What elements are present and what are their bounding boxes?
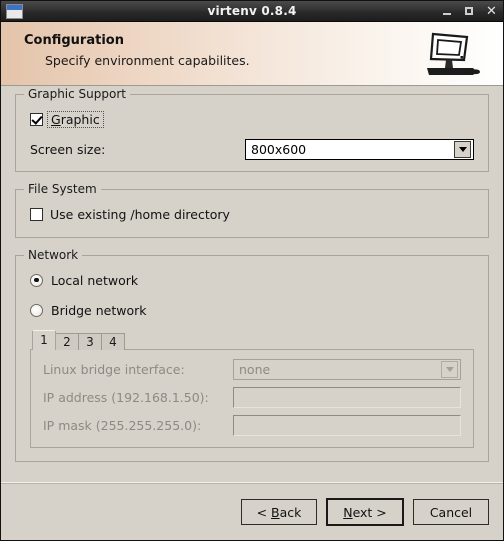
- home-dir-checkbox-row[interactable]: Use existing /home directory: [30, 203, 474, 225]
- network-legend: Network: [28, 248, 79, 262]
- graphic-checkbox-label: Graphic: [47, 110, 104, 128]
- tabstrip: 1 2 3 4: [30, 330, 474, 350]
- local-network-row[interactable]: Local network: [30, 269, 474, 291]
- use-existing-home-label: Use existing /home directory: [50, 206, 230, 222]
- window-title: virtenv 0.8.4: [207, 4, 297, 18]
- graphic-support-group: Graphic Support Graphic Screen size: 800…: [15, 87, 489, 172]
- tab-4[interactable]: 4: [101, 333, 125, 350]
- tab-2[interactable]: 2: [55, 333, 79, 350]
- titlebar: virtenv 0.8.4 ✕: [1, 1, 503, 22]
- tab-panel-1: Linux bridge interface: none IP address …: [30, 349, 474, 448]
- ip-address-input: [233, 387, 461, 408]
- window-icon: [6, 3, 23, 19]
- file-system-group: File System Use existing /home directory: [15, 182, 489, 238]
- ip-mask-input: [233, 415, 461, 436]
- screen-size-label: Screen size:: [30, 141, 106, 157]
- wizard-content: Graphic Support Graphic Screen size: 800…: [1, 87, 503, 483]
- screen-size-row: Screen size: 800x600: [30, 138, 474, 160]
- graphic-checkbox-row[interactable]: Graphic: [30, 108, 474, 130]
- graphic-checkbox[interactable]: [30, 112, 43, 126]
- window-controls: ✕: [442, 1, 497, 22]
- ip-address-label: IP address (192.168.1.50):: [43, 390, 209, 405]
- screen-size-select[interactable]: 800x600: [245, 138, 474, 160]
- bridge-interface-select: none: [233, 359, 461, 380]
- chevron-down-icon: [441, 361, 458, 378]
- page-title: Configuration: [24, 33, 124, 48]
- ip-mask-label: IP mask (255.255.255.0):: [43, 418, 202, 433]
- wizard-window: virtenv 0.8.4 ✕ Configuration Specify en…: [0, 0, 504, 541]
- bridge-interface-value: none: [239, 362, 271, 377]
- network-group: Network Local network Bridge network 1 2…: [15, 248, 489, 462]
- wizard-header: Configuration Specify environment capabi…: [1, 22, 503, 86]
- bridge-network-radio[interactable]: [30, 303, 43, 317]
- local-network-label: Local network: [51, 272, 139, 288]
- local-network-radio[interactable]: [30, 273, 43, 287]
- cancel-button[interactable]: Cancel: [413, 499, 489, 525]
- use-existing-home-checkbox[interactable]: [30, 207, 43, 221]
- network-tabs: 1 2 3 4 Linux bridge interface: none IP …: [30, 330, 474, 448]
- minimize-icon[interactable]: [442, 6, 453, 17]
- desktop-computer-icon: [427, 32, 480, 75]
- tab-3[interactable]: 3: [78, 333, 102, 350]
- bridge-network-row[interactable]: Bridge network: [30, 299, 474, 321]
- next-button[interactable]: Next >: [326, 498, 404, 526]
- ip-address-row: IP address (192.168.1.50):: [43, 387, 461, 408]
- bridge-interface-label: Linux bridge interface:: [43, 362, 185, 377]
- bridge-interface-row: Linux bridge interface: none: [43, 359, 461, 380]
- tab-1[interactable]: 1: [32, 330, 56, 350]
- screen-size-value: 800x600: [251, 141, 307, 157]
- back-button[interactable]: < Back: [241, 499, 317, 525]
- close-icon[interactable]: ✕: [486, 5, 497, 18]
- graphic-support-legend: Graphic Support: [28, 87, 126, 101]
- maximize-icon[interactable]: [464, 6, 475, 17]
- wizard-footer: < Back Next > Cancel: [1, 482, 503, 540]
- chevron-down-icon[interactable]: [454, 140, 471, 158]
- file-system-legend: File System: [28, 182, 97, 196]
- bridge-network-label: Bridge network: [51, 302, 147, 318]
- ip-mask-row: IP mask (255.255.255.0):: [43, 415, 461, 436]
- page-subtitle: Specify environment capabilites.: [45, 53, 250, 68]
